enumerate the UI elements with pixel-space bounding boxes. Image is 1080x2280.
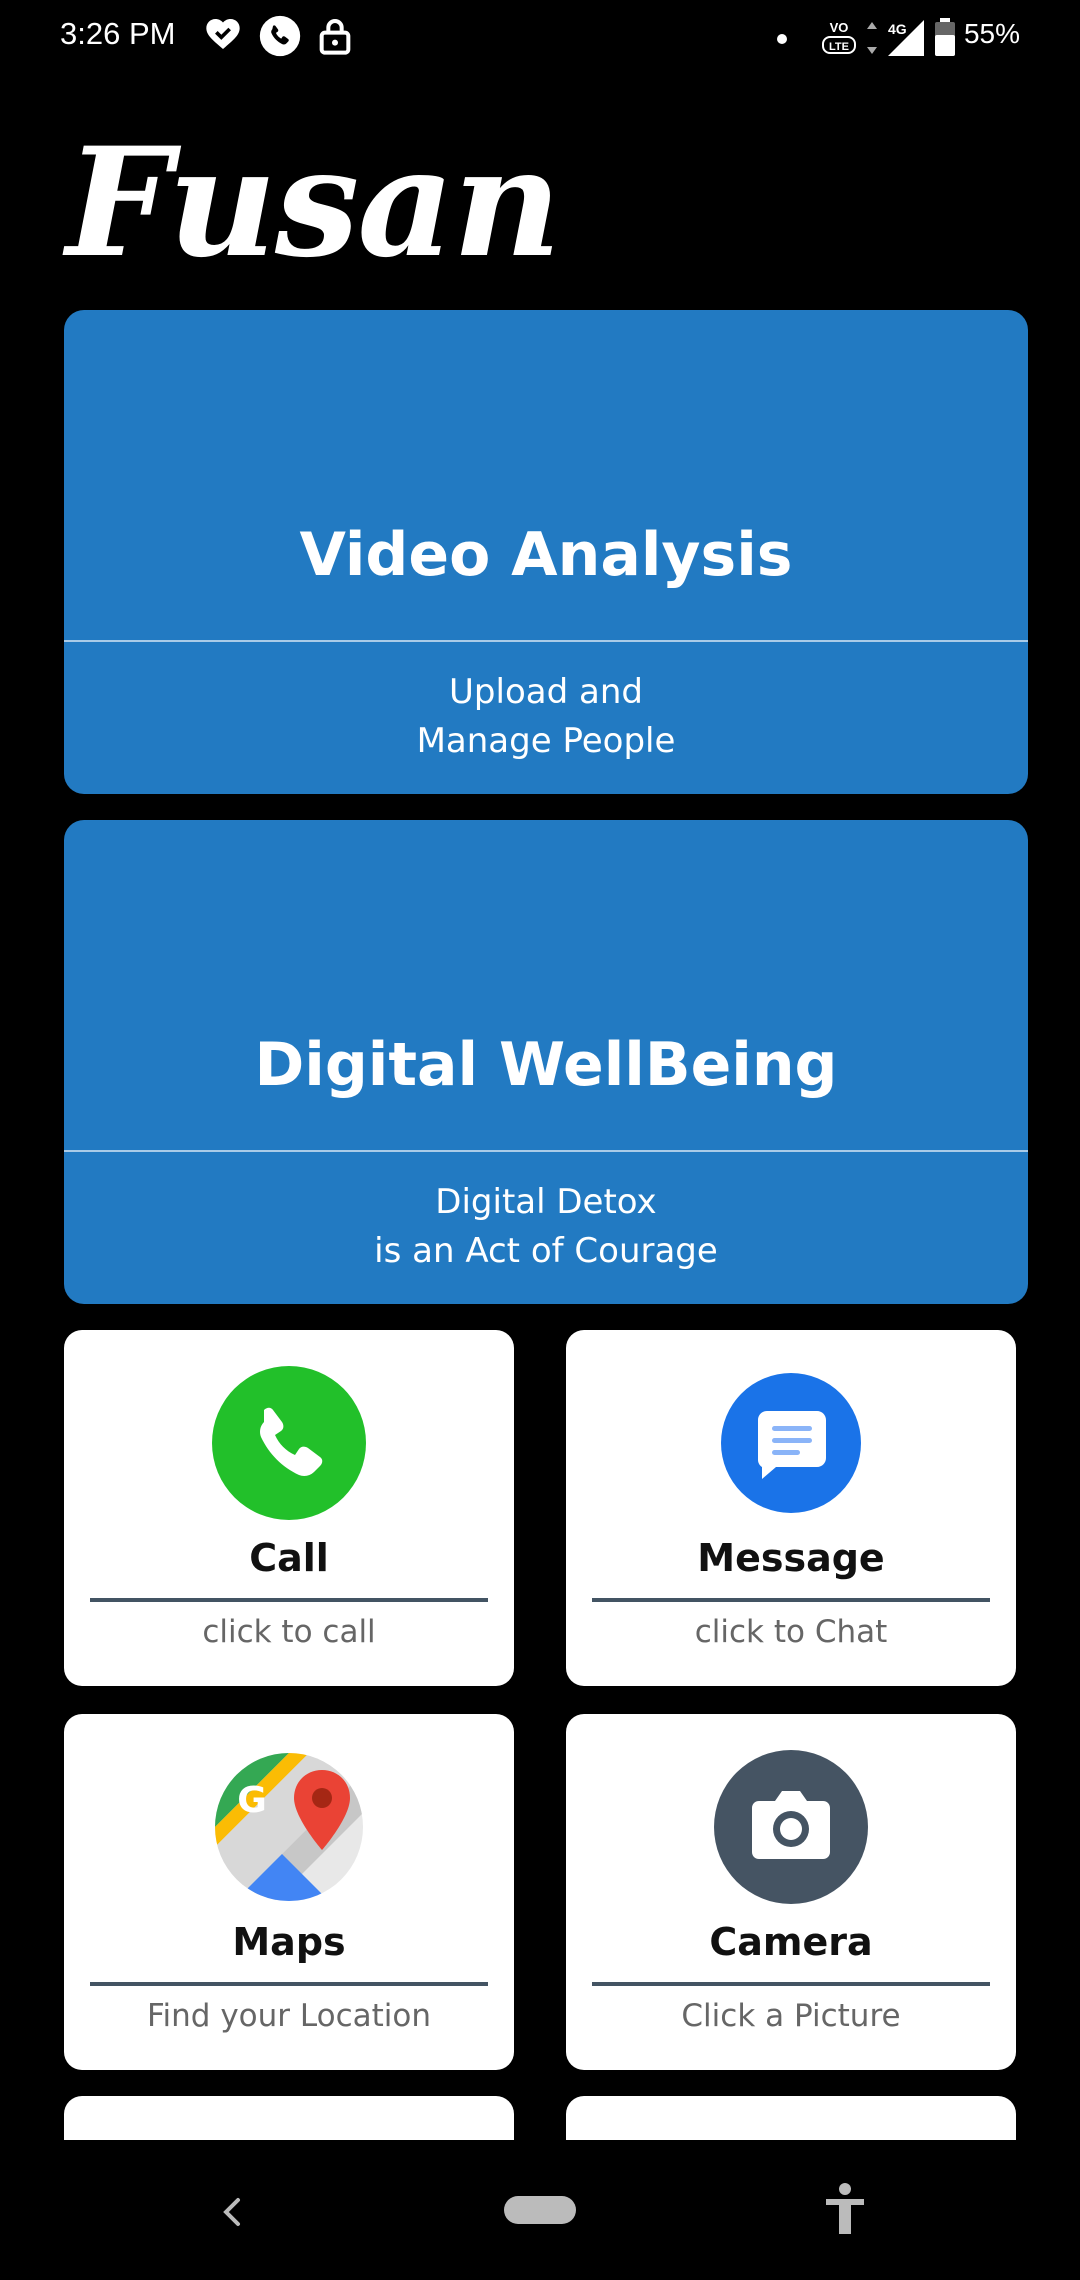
maps-icon: G [212,1750,366,1904]
volte-icon: VO LTE [820,16,858,62]
tile-divider [592,1982,990,1986]
tile-divider [90,1598,488,1602]
message-subtitle: click to Chat [694,1614,888,1650]
svg-text:4G: 4G [888,21,907,37]
status-bar: 3:26 PM VO LTE 4G 55% [0,0,1080,76]
call-label: Call [249,1536,329,1580]
video-analysis-title: Video Analysis [299,520,793,590]
camera-label: Camera [709,1920,873,1964]
message-icon [714,1366,868,1520]
call-tile[interactable]: Call click to call [64,1330,514,1686]
subtitle-line-1: Upload and [449,672,643,712]
svg-text:G: G [237,1780,267,1821]
app-logo: Fusan [66,128,562,278]
phone-icon [212,1366,366,1520]
camera-subtitle: Click a Picture [681,1998,901,2034]
next-tile-left[interactable] [64,2096,514,2140]
heart-check-icon [202,14,244,58]
svg-text:VO: VO [830,20,849,35]
svg-text:LTE: LTE [829,41,849,53]
maps-label: Maps [232,1920,346,1964]
message-tile[interactable]: Message click to Chat [566,1330,1016,1686]
4g-icon: 4G [866,18,926,62]
accessibility-icon[interactable] [822,2182,868,2240]
next-tile-right[interactable] [566,2096,1016,2140]
battery-icon [934,18,956,60]
video-analysis-subtitle: Upload and Manage People [64,668,1028,766]
digital-wellbeing-title: Digital WellBeing [254,1030,838,1100]
card-divider [64,640,1028,642]
camera-tile[interactable]: Camera Click a Picture [566,1714,1016,2070]
digital-wellbeing-card[interactable]: Digital WellBeing Digital Detox is an Ac… [64,820,1028,1304]
status-time: 3:26 PM [60,16,176,51]
lock-icon [318,16,352,60]
home-pill-icon[interactable] [504,2196,576,2228]
subtitle-line-2: Manage People [416,721,676,761]
logo-text: Fusan [66,115,562,291]
phone-call-icon [258,14,302,62]
back-icon[interactable] [216,2192,250,2236]
tile-divider [592,1598,990,1602]
maps-subtitle: Find your Location [146,1998,432,2034]
app-screen: 3:26 PM VO LTE 4G 55% Fusan Video Analysi… [0,0,1080,2280]
call-subtitle: click to call [202,1614,376,1650]
video-analysis-card[interactable]: Video Analysis Upload and Manage People [64,310,1028,794]
dot-icon [776,30,788,49]
subtitle-line-2: is an Act of Courage [374,1231,718,1271]
message-label: Message [697,1536,885,1580]
maps-tile[interactable]: G Maps Find your Location [64,1714,514,2070]
subtitle-line-1: Digital Detox [435,1182,657,1222]
tile-divider [90,1982,488,1986]
card-divider [64,1150,1028,1152]
navigation-bar [0,2140,1080,2280]
battery-percent: 55% [963,18,1020,49]
camera-icon [714,1750,868,1904]
digital-wellbeing-subtitle: Digital Detox is an Act of Courage [64,1178,1028,1276]
